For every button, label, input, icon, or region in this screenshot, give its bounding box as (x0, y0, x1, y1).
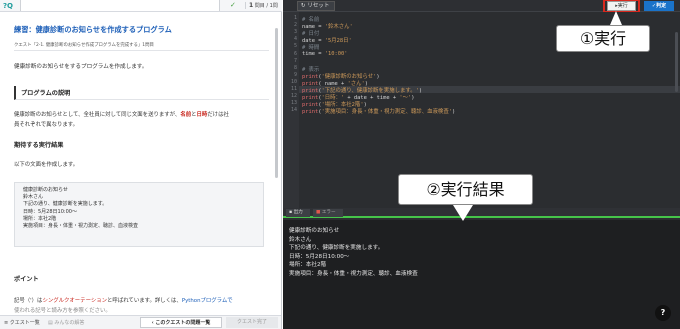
line-number: 11 (290, 86, 297, 92)
code-line[interactable]: time = '10:00' (302, 51, 347, 57)
sample-line: 下記の通り、健康診断を実施します。 (23, 201, 108, 208)
reset-button[interactable]: ↻ リセット (297, 1, 335, 11)
point-link[interactable]: Pythonプログラムで (182, 298, 233, 304)
divider (14, 50, 269, 51)
expected-text: 以下の文面を作成します。 (14, 162, 79, 168)
submit-button[interactable]: ✓判定 (644, 1, 674, 11)
code-line[interactable]: print('実施項目：身長・体重・視力測定、聴診、血液検査') (302, 107, 455, 115)
quest-problems-button[interactable]: ‹ このクエストの問題一覧 (140, 317, 222, 328)
callout-run: ①実行 (556, 25, 650, 52)
answers-link[interactable]: ▤ みんなの解答 (48, 319, 84, 326)
tab-error-label: エラー (321, 210, 336, 215)
sample-line: 実施項目：身長・体重・視力測定、聴診、血液検査 (23, 223, 139, 230)
expected-output-box: 健康診断のお知らせ 鈴木さん 下記の通り、健康診断を実施します。 日時：5月28… (14, 182, 264, 247)
quest-problems-label: このクエストの問題一覧 (155, 320, 211, 326)
reset-label: リセット (307, 3, 330, 9)
line-number: 6 (293, 50, 297, 57)
submit-label: 判定 (656, 3, 667, 9)
lesson-intro: 健康診断のお知らせをするプログラムを作成します。 (14, 64, 148, 70)
section-heading-text: プログラムの説明 (21, 90, 71, 97)
point-prefix: 記号（'）は (14, 298, 43, 304)
output-console: ? 健康診断のお知らせ 鈴木さん下記の通り、健康診断を実施します。 日時：5月28日… (283, 220, 680, 329)
progress-count: 1 問目 / 1問 (245, 2, 278, 9)
output-line: 健康診断のお知らせ (289, 228, 340, 234)
output-line: 日時：5月28日10:00～ (289, 253, 350, 260)
sample-line: 日時：5月28日10:00～ (23, 208, 77, 215)
line-number: 3 (293, 29, 297, 36)
editor-scrollbar[interactable] (675, 32, 678, 92)
check-icon: ✓ (230, 1, 236, 9)
lesson-panel: ?Q ✓ 1 問目 / 1問 練習：健康診断のお知らせを作成するプログラム クエ… (0, 0, 282, 329)
line-number: 9 (293, 71, 297, 78)
progress-total: 問目 / 1問 (254, 3, 278, 9)
point-text: 記号（'）はシングルクオーテーションと呼ばれています。詳しくは、Pythonプロ… (14, 296, 233, 304)
line-number: 8 (293, 64, 297, 71)
lesson-content: 練習：健康診断のお知らせを作成するプログラム クエスト「2-1. 健康診断のお知… (0, 12, 281, 315)
lesson-scrollbar[interactable] (275, 28, 278, 178)
progress-current: 1 (249, 2, 254, 9)
line-number: 13 (290, 100, 297, 107)
quest-list-label: クエスト一覧 (9, 320, 40, 326)
point-highlight: シングルクオーテーション (42, 298, 108, 304)
section-heading-point: ポイント (14, 276, 39, 283)
line-number: 1 (293, 15, 297, 21)
description-text-b: だけは社 (207, 112, 229, 118)
line-number: 12 (290, 93, 297, 100)
line-number: 4 (293, 36, 297, 43)
callout-result: ②実行結果 (398, 174, 533, 205)
section-heading-expected: 期待する実行結果 (14, 142, 64, 149)
app-logo-icon[interactable]: ?Q (3, 1, 15, 11)
tab-error[interactable]: ■ エラー (313, 209, 343, 217)
output-line: 場所：本社2階 (289, 262, 327, 269)
line-number: 14 (290, 107, 297, 114)
lesson-footer: ≡ クエスト一覧 ▤ みんなの解答 ‹ このクエストの問題一覧 クエスト完了 (0, 315, 281, 329)
sample-line: 場所：本社2階 (23, 215, 57, 222)
progress-bar (20, 0, 220, 11)
help-button[interactable]: ? (655, 305, 671, 321)
output-tabs: ▪ 出力 ■ エラー (283, 208, 680, 218)
section-description-text: 健康診断のお知らせとして、全社員に対して同じ文面を送りますが、名前と日時だけは社… (14, 110, 272, 130)
line-number: 7 (293, 57, 297, 64)
point-text-cont: 使われる記号と読み方を参照ください。 (14, 308, 111, 314)
description-text-a: 健康診断のお知らせとして、全社員に対して同じ文面を送りますが、 (14, 112, 181, 118)
point-mid: と呼ばれています。詳しくは、 (107, 298, 182, 304)
line-number: 2 (293, 22, 297, 29)
lesson-topbar: ?Q ✓ 1 問目 / 1問 (0, 0, 282, 12)
callout-run-arrow (610, 11, 622, 25)
tab-output[interactable]: ▪ 出力 (286, 209, 310, 217)
quest-done-button[interactable]: クエスト完了 (226, 317, 278, 328)
sample-line: 健康診断のお知らせ (23, 187, 68, 193)
app-root: ?Q ✓ 1 問目 / 1問 練習：健康診断のお知らせを作成するプログラム クエ… (0, 0, 680, 329)
callout-result-arrow (453, 205, 473, 221)
quest-list-link[interactable]: ≡ クエスト一覧 (4, 319, 40, 326)
line-number: 5 (293, 43, 297, 50)
lesson-subtitle: クエスト「2-1. 健康診断のお知らせ作成プログラムを完成する」1問目 (14, 43, 154, 48)
section-heading-description: プログラムの説明 (14, 86, 269, 100)
error-icon: ■ (316, 210, 321, 215)
output-line: 実施項目：身長・体重・視力測定、聴診、血液検査 (289, 271, 418, 277)
lesson-title: 練習：健康診断のお知らせを作成するプログラム (14, 25, 172, 34)
highlight-datetime: 日時 (196, 112, 208, 118)
answers-label: みんなの解答 (54, 320, 85, 326)
description-text-c: 員それぞれで異なります。 (14, 122, 78, 128)
line-number: 10 (290, 78, 297, 85)
tab-output-label: 出力 (293, 210, 303, 215)
output-line: 鈴木さん (289, 236, 312, 243)
highlight-name: 名前 (180, 112, 192, 118)
output-line: 下記の通り、健康診断を実施します。 (289, 245, 384, 252)
